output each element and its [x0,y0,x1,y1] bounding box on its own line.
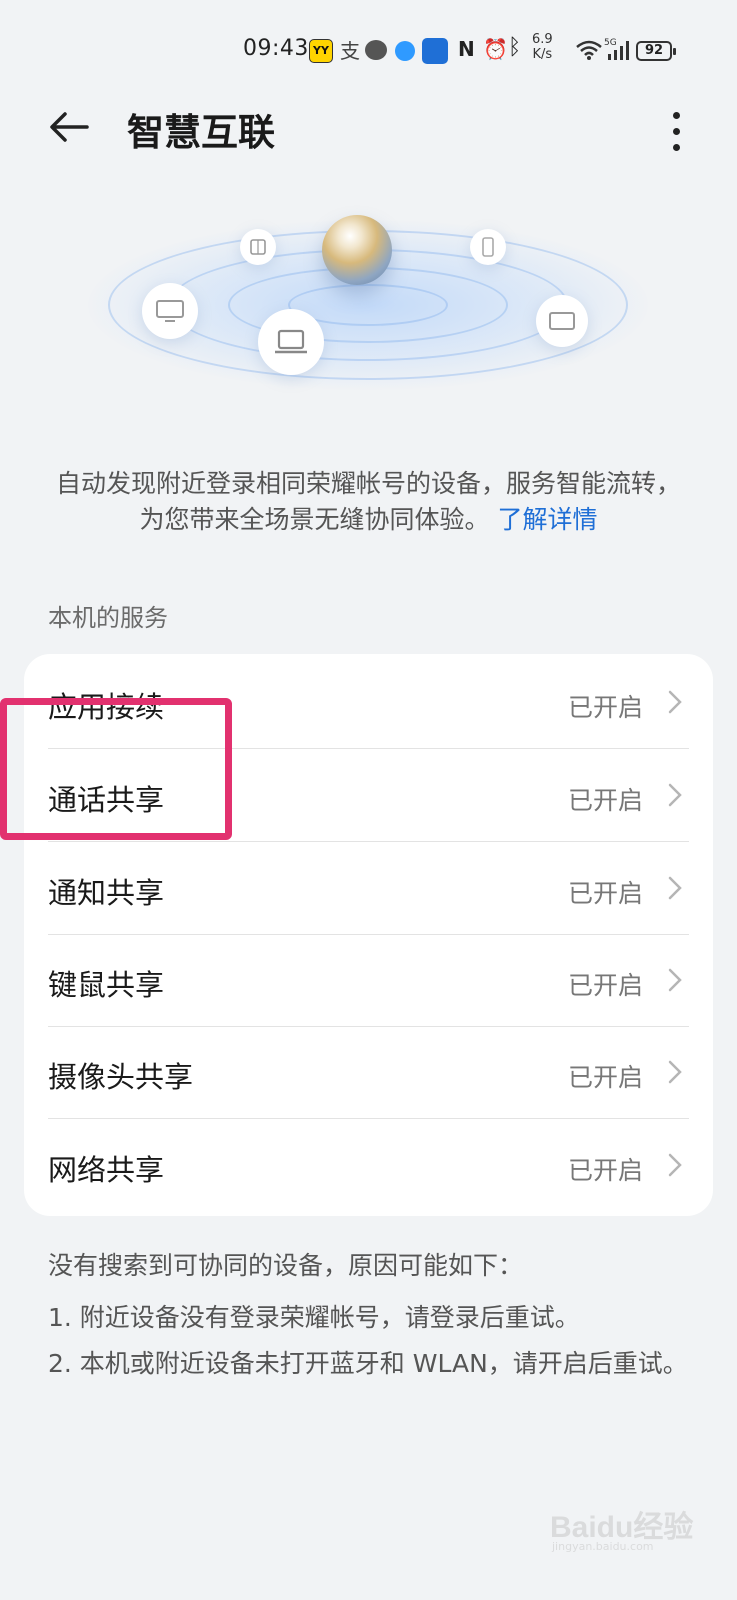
service-row-call-sharing[interactable]: 通话共享 已开启 [24,749,713,842]
center-orb-icon [322,215,392,285]
laptop-device-icon [258,309,324,375]
learn-more-link[interactable]: 了解详情 [497,505,597,534]
chevron-right-icon [668,1153,682,1177]
service-label: 键鼠共享 [48,968,165,1002]
note-item: 1. 附近设备没有登录荣耀帐号，请登录后重试。 [48,1303,580,1332]
status-bar: 09:43 YY 支 N ⏰ ᛒ 6.9 K/s 5G 92 [0,30,737,70]
network-speed-unit: K/s [532,47,553,62]
nfc-icon: N [458,37,475,61]
tablet-device-icon [240,229,276,265]
service-row-network-sharing[interactable]: 网络共享 已开启 [24,1119,713,1212]
feature-description: 自动发现附近登录相同荣耀帐号的设备，服务智能流转，为您带来全场景无缝协同体验。 … [48,466,689,538]
service-label: 应用接续 [48,690,165,724]
wifi-icon [576,40,602,60]
network-speed: 6.9 K/s [532,32,553,62]
back-button[interactable] [40,98,98,156]
chevron-right-icon [668,690,682,714]
service-status: 已开启 [567,1063,643,1092]
alipay-icon: 支 [340,39,360,63]
watermark-subtext: jingyan.baidu.com [552,1540,654,1553]
service-status: 已开启 [567,879,643,908]
svg-text:5G: 5G [604,38,617,48]
chevron-right-icon [668,783,682,807]
page-title: 智慧互联 [127,111,275,154]
service-label: 网络共享 [48,1153,165,1187]
message-icon [365,40,387,60]
service-row-keyboard-mouse-sharing[interactable]: 键鼠共享 已开启 [24,934,713,1027]
troubleshooting-notes: 没有搜索到可协同的设备，原因可能如下： 1. 附近设备没有登录荣耀帐号，请登录后… [48,1248,688,1392]
more-dot-icon [672,127,680,135]
phone-device-icon [470,229,506,265]
chevron-right-icon [668,1060,682,1084]
5g-signal-icon: 5G [604,38,629,60]
chevron-right-icon [668,968,682,992]
smart-interconnect-page: 09:43 YY 支 N ⏰ ᛒ 6.9 K/s 5G 92 智慧互联 自动发现… [0,0,737,1600]
browser-icon [395,41,415,61]
monitor-device-icon [142,283,198,339]
service-status: 已开启 [567,786,643,815]
chevron-right-icon [668,876,682,900]
yy-app-icon: YY [309,39,333,63]
news-app-icon [422,38,448,64]
more-dot-icon [672,111,680,119]
service-status: 已开启 [567,971,643,1000]
more-options-button[interactable] [656,102,696,160]
service-label: 通知共享 [48,876,165,910]
service-status: 已开启 [567,693,643,722]
service-label: 通话共享 [48,783,165,817]
network-speed-value: 6.9 [532,32,553,47]
service-status: 已开启 [567,1156,643,1185]
alarm-icon: ⏰ [483,37,508,61]
service-row-camera-sharing[interactable]: 摄像头共享 已开启 [24,1026,713,1119]
service-label: 摄像头共享 [48,1060,194,1094]
screen-device-icon [536,295,588,347]
note-item: 2. 本机或附近设备未打开蓝牙和 WLAN，请开启后重试。 [48,1349,688,1378]
service-row-app-continuity[interactable]: 应用接续 已开启 [24,656,713,749]
services-card: 应用接续 已开启 通话共享 已开启 通知共享 已开启 键鼠共享 已开启 摄像头共… [24,654,713,1216]
arrow-left-icon [50,112,89,142]
bluetooth-icon: ᛒ [508,35,522,60]
devices-illustration [58,185,678,455]
app-header: 智慧互联 [0,96,737,160]
baidu-jingyan-watermark: Baidu经验 jingyan.baidu.com [550,1498,710,1558]
more-dot-icon [672,143,680,151]
section-title-local-services: 本机的服务 [48,604,168,632]
status-time: 09:43 [243,36,309,61]
battery-icon: 92 [636,41,676,61]
service-row-notification-sharing[interactable]: 通知共享 已开启 [24,842,713,935]
notes-title: 没有搜索到可协同的设备，原因可能如下： [48,1251,524,1280]
